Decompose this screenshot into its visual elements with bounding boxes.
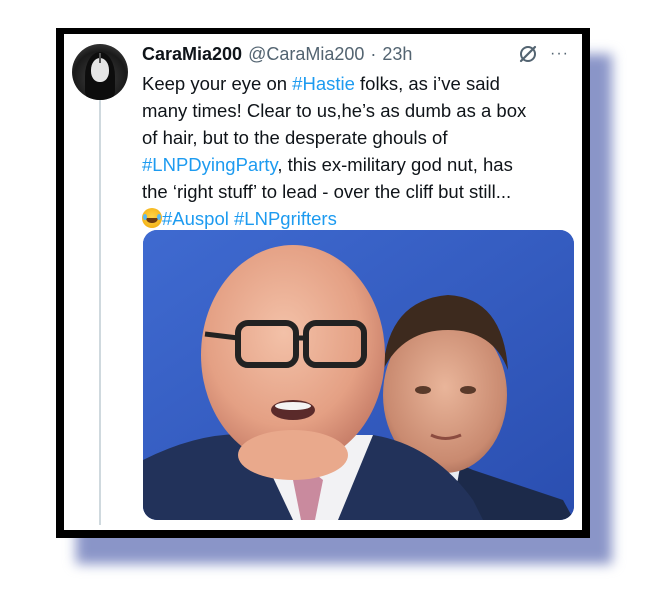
tweet-text-segment: folks, as i’ve said xyxy=(354,73,500,94)
tweet-text-line: of hair, but to the desperate ghouls of xyxy=(142,124,562,151)
thread-line xyxy=(99,100,101,525)
tweet-text-segment: Keep your eye on xyxy=(142,73,293,94)
tweet-text-line: Keep your eye on #Hastie folks, as i’ve … xyxy=(142,70,562,97)
laughing-crying-emoji-icon xyxy=(142,208,162,228)
hashtag-link[interactable]: #Auspol xyxy=(162,208,229,229)
tweet-text-segment: of hair, but to the desperate ghouls of xyxy=(142,127,448,148)
tweet-header: CaraMia200 @CaraMia200 · 23h xyxy=(142,42,412,66)
timestamp[interactable]: 23h xyxy=(382,44,412,65)
more-options-icon[interactable]: ··· xyxy=(550,44,572,64)
tweet-text-segment: the ‘right stuff’ to lead - over the cli… xyxy=(142,181,512,202)
hashtag-link[interactable]: #LNPgrifters xyxy=(234,208,337,229)
hashtag-link[interactable]: #Hastie xyxy=(292,73,355,94)
tweet-text: Keep your eye on #Hastie folks, as i’ve … xyxy=(142,70,562,232)
tweet-text-line: the ‘right stuff’ to lead - over the cli… xyxy=(142,178,562,205)
handle[interactable]: @CaraMia200 xyxy=(248,44,364,65)
tweet-media-image[interactable] xyxy=(143,230,574,520)
avatar[interactable] xyxy=(72,44,128,100)
avatar-hair-part xyxy=(99,53,101,63)
grok-slash-icon[interactable] xyxy=(517,43,539,65)
tweet-text-line: #Auspol #LNPgrifters xyxy=(142,205,562,232)
tweet-text-line: many times! Clear to us,he’s as dumb as … xyxy=(142,97,562,124)
tweet-text-segment: many times! Clear to us,he’s as dumb as … xyxy=(142,100,527,121)
display-name[interactable]: CaraMia200 xyxy=(142,44,242,65)
separator: · xyxy=(370,43,377,64)
tweet-text-segment: , this ex-military god nut, has xyxy=(277,154,513,175)
tweet-text-line: #LNPDyingParty, this ex-military god nut… xyxy=(142,151,562,178)
hashtag-link[interactable]: #LNPDyingParty xyxy=(142,154,277,175)
